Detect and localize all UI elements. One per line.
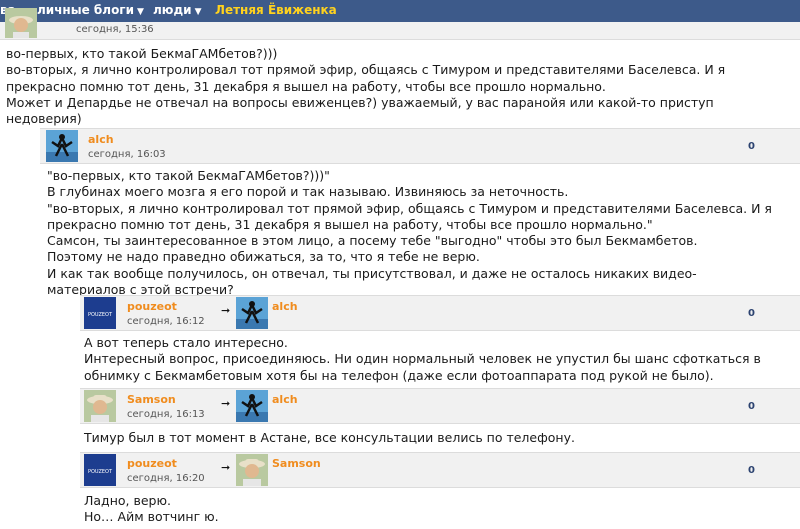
comment-author[interactable]: alch (88, 133, 114, 146)
comment-author[interactable]: pouzeot (127, 300, 177, 313)
comment-time: сегодня, 16:12 (127, 316, 205, 327)
comment-author[interactable]: Samson (127, 393, 176, 406)
nav-item-label: личные блоги (37, 3, 134, 17)
reply-to-author[interactable]: alch (272, 393, 298, 406)
comment-header-pouzeot-2: POUZEOT pouzeot сегодня, 16:20 ➞ Samson … (80, 452, 800, 488)
avatar-alch[interactable] (236, 390, 268, 422)
avatar-alch[interactable] (46, 130, 78, 162)
avatar-pouzeot[interactable]: POUZEOT (84, 454, 116, 486)
text-line: И как так вообще получилось, он отвечал,… (47, 265, 697, 281)
avatar-samson[interactable] (84, 390, 116, 422)
text-line: Может и Депардье не отвечал на вопросы е… (6, 94, 714, 110)
avatar-logo-text: POUZEOT (88, 312, 113, 318)
reply-to-author[interactable]: alch (272, 300, 298, 313)
comment-time: сегодня, 16:03 (88, 149, 166, 160)
nav-item-label: люди (153, 3, 192, 17)
text-line: Тимур был в тот момент в Астане, все кон… (84, 430, 575, 445)
caret-down-icon: ▼ (194, 7, 202, 17)
text-line: А вот теперь стало интересно. (84, 335, 288, 350)
comment-header-samson: Samson сегодня, 16:13 ➞ alch 0 (80, 388, 800, 424)
reply-arrow-icon: ➞ (221, 397, 231, 410)
avatar-samson[interactable] (5, 8, 37, 38)
text-line: прекрасно помню тот день, 31 декабря я в… (47, 216, 653, 232)
text-line: Но… Айм вотчинг ю. (84, 509, 219, 525)
comment-text-pouzeot: А вот теперь стало интересно. Интересный… (84, 335, 761, 384)
comment-text-alch: "во-первых, кто такой БекмаГАМбетов?)))"… (47, 168, 772, 298)
post-time: сегодня, 15:36 (76, 24, 154, 35)
avatar-logo-text: POUZEOT (88, 469, 113, 475)
comment-count[interactable]: 0 (748, 401, 755, 412)
nav-item-people[interactable]: люди ▼ (153, 3, 201, 17)
text-line: прекрасно помню тот день, 31 декабря я в… (6, 78, 606, 94)
text-line: В глубинах моего мозга я его порой и так… (47, 184, 569, 200)
comment-time: сегодня, 16:20 (127, 473, 205, 484)
caret-down-icon: ▼ (136, 7, 144, 17)
comment-count[interactable]: 0 (748, 465, 755, 476)
reply-arrow-icon: ➞ (221, 461, 231, 474)
text-line: во-вторых, я лично контролировал тот пря… (6, 62, 726, 78)
avatar-alch[interactable] (236, 297, 268, 329)
comment-count[interactable]: 0 (748, 141, 755, 152)
text-line: во-первых, кто такой БекмаГАМбетов?))) (6, 46, 278, 61)
text-line: Самсон, ты заинтересованное в этом лицо,… (47, 233, 698, 249)
text-line: обнимку с Бекмамбетовым хотя бы на телеф… (84, 367, 714, 383)
text-line: Поэтому не надо праведно обижаться, за т… (47, 249, 480, 265)
entry-header-first: сегодня, 15:36 (0, 8, 800, 40)
text-line: "во-вторых, я лично контролировал тот пр… (47, 200, 772, 216)
comment-header-alch: alch сегодня, 16:03 0 (40, 128, 800, 164)
nav-item-personal-blogs[interactable]: личные блоги ▼ (37, 3, 144, 17)
reply-arrow-icon: ➞ (221, 304, 231, 317)
nav-highlight-link[interactable]: Летняя Ёвиженка (215, 3, 337, 17)
comment-count[interactable]: 0 (748, 308, 755, 319)
avatar-samson[interactable] (236, 454, 268, 486)
reply-to-author[interactable]: Samson (272, 457, 321, 470)
comment-time: сегодня, 16:13 (127, 409, 205, 420)
comment-text-pouzeot-2: Ладно, верю. Но… Айм вотчинг ю. (84, 493, 219, 526)
top-nav-bar: ва▼ личные блоги▼ люди▼ Летняя Ёвиженка (0, 0, 800, 23)
text-line: "во-первых, кто такой БекмаГАМбетов?)))" (47, 168, 330, 183)
comment-text-samson: Тимур был в тот момент в Астане, все кон… (84, 430, 575, 446)
avatar-pouzeot[interactable]: POUZEOT (84, 297, 116, 329)
text-line: Интересный вопрос, присоединяюсь. Ни оди… (84, 351, 761, 367)
comment-header-pouzeot: POUZEOT pouzeot сегодня, 16:12 ➞ alch 0 (80, 295, 800, 331)
text-line: недоверия) (6, 111, 82, 127)
comment-author[interactable]: pouzeot (127, 457, 177, 470)
text-line: Ладно, верю. (84, 493, 171, 508)
first-entry-text: во-первых, кто такой БекмаГАМбетов?))) в… (6, 46, 725, 127)
